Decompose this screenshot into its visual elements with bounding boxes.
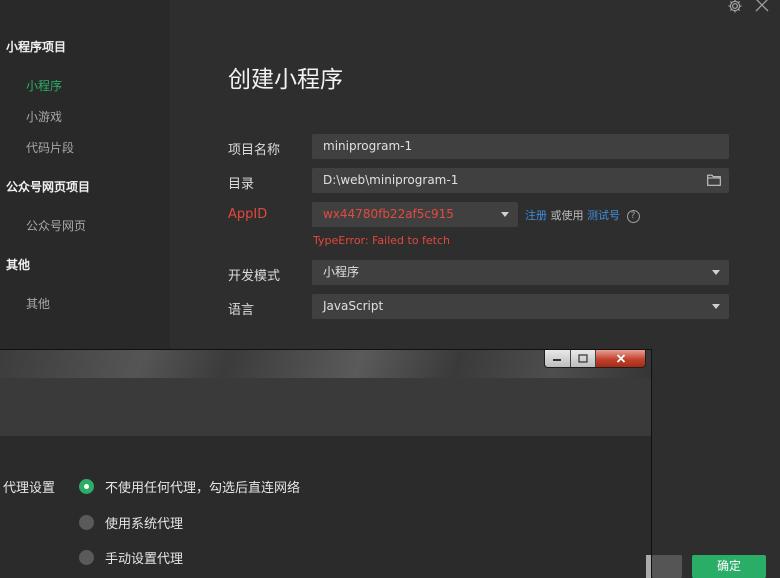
- directory-value: D:\web\miniprogram-1: [323, 173, 459, 187]
- sidebar-item-miniprogram[interactable]: 小程序: [26, 77, 62, 94]
- project-name-value: miniprogram-1: [323, 139, 413, 153]
- gear-icon[interactable]: [727, 0, 743, 14]
- minimize-icon: [553, 358, 562, 361]
- app-window: 小程序项目 小程序 小游戏 代码片段 公众号网页项目 公众号网页 其他 其他 创…: [0, 0, 780, 578]
- test-account-link[interactable]: 测试号: [587, 209, 620, 222]
- appid-links: 注册 或使用 测试号 ?: [525, 207, 640, 223]
- sidebar-item-minigame[interactable]: 小游戏: [26, 108, 62, 125]
- question-circle-icon[interactable]: ?: [626, 209, 640, 223]
- sidebar-item-official-web[interactable]: 公众号网页: [26, 217, 86, 234]
- minimize-button[interactable]: [545, 350, 571, 367]
- cancel-button[interactable]: [652, 555, 682, 578]
- page-title: 创建小程序: [228, 67, 343, 93]
- sidebar-group-miniprogram: 小程序项目: [6, 40, 67, 54]
- radio-unchecked-icon[interactable]: [79, 550, 94, 565]
- proxy-option-label: 不使用任何代理，勾选后直连网络: [105, 481, 301, 496]
- maximize-button[interactable]: [570, 350, 596, 367]
- project-name-label: 项目名称: [228, 143, 281, 158]
- or-use-text: 或使用: [550, 209, 584, 222]
- appid-error-message: TypeError: Failed to fetch: [313, 234, 451, 247]
- scrollbar[interactable]: [646, 555, 651, 578]
- register-link[interactable]: 注册: [525, 209, 547, 222]
- chevron-down-icon: [712, 304, 720, 309]
- chevron-down-icon: [712, 270, 720, 275]
- sidebar-item-code-snippet[interactable]: 代码片段: [26, 139, 74, 156]
- folder-icon[interactable]: [707, 174, 721, 186]
- appid-value: wx44780fb22af5c915: [323, 207, 454, 221]
- sidebar-group-official-account: 公众号网页项目: [6, 180, 91, 194]
- proxy-titlebar[interactable]: [0, 350, 651, 378]
- chevron-down-icon: [501, 212, 509, 217]
- proxy-header: [0, 378, 651, 436]
- radio-checked-icon[interactable]: [79, 479, 94, 494]
- ok-button[interactable]: 确定: [692, 555, 766, 578]
- dev-mode-value: 小程序: [323, 265, 360, 279]
- appid-select[interactable]: wx44780fb22af5c915: [312, 202, 518, 227]
- dev-mode-select[interactable]: 小程序: [312, 260, 729, 285]
- language-select[interactable]: JavaScript: [312, 294, 729, 319]
- proxy-settings-label: 代理设置: [3, 481, 56, 496]
- close-icon[interactable]: [755, 0, 769, 12]
- window-close-icon: [616, 354, 625, 363]
- maximize-icon: [578, 354, 588, 363]
- proxy-option-label: 手动设置代理: [105, 552, 184, 567]
- directory-input[interactable]: D:\web\miniprogram-1: [312, 168, 729, 193]
- proxy-settings-window: 代理设置 不使用任何代理，勾选后直连网络 使用系统代理 手动设置代理: [0, 349, 652, 578]
- proxy-option-manual-proxy[interactable]: 手动设置代理: [79, 548, 183, 567]
- window-close-button[interactable]: [596, 350, 645, 367]
- directory-label: 目录: [228, 177, 255, 192]
- language-label: 语言: [228, 303, 255, 318]
- proxy-option-label: 使用系统代理: [105, 517, 184, 532]
- dev-mode-label: 开发模式: [228, 269, 281, 284]
- appid-label: AppID: [228, 207, 268, 222]
- sidebar-group-other: 其他: [6, 258, 31, 272]
- proxy-option-no-proxy[interactable]: 不使用任何代理，勾选后直连网络: [79, 477, 300, 496]
- sidebar-item-other[interactable]: 其他: [26, 295, 50, 312]
- language-value: JavaScript: [323, 299, 384, 313]
- window-controls: [544, 350, 646, 368]
- project-name-input[interactable]: miniprogram-1: [312, 134, 729, 159]
- radio-unchecked-icon[interactable]: [79, 515, 94, 530]
- proxy-option-system-proxy[interactable]: 使用系统代理: [79, 513, 183, 532]
